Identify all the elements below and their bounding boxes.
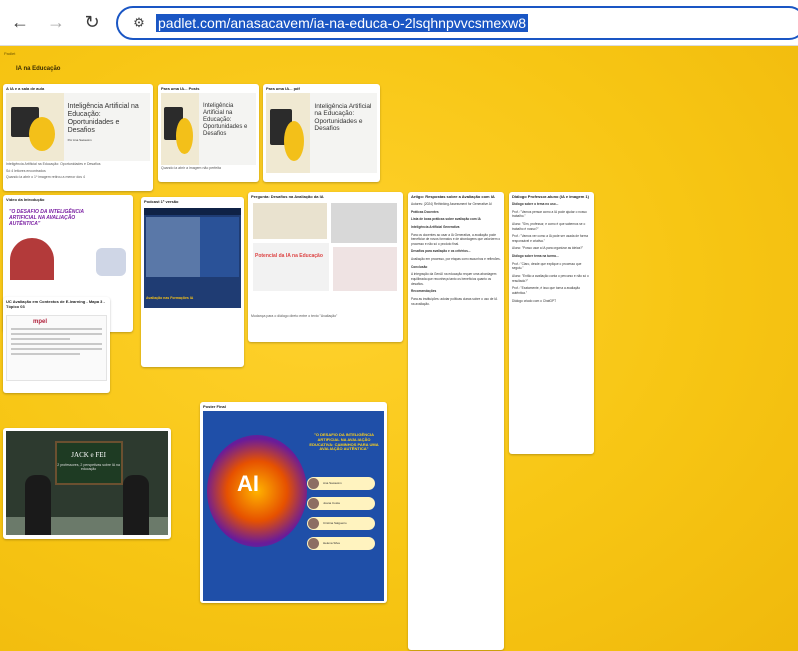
url-text[interactable]: padlet.com/anasacavem/ia-na-educa-o-2lsq…: [156, 14, 529, 32]
video-thumbnail[interactable]: "O DESAFIO DA INTELIGÊNCIA ARTIFICIAL NA…: [6, 204, 130, 280]
podcast-thumbnail[interactable]: Avaliação nas Formações IA: [144, 208, 241, 308]
padlet-header: Padlet: [4, 51, 16, 56]
post-thumbnail[interactable]: Inteligência Artificial na Educação: Opo…: [6, 93, 150, 161]
dialogue-line: Aluno: "Então a avaliação conta o percur…: [512, 274, 589, 283]
presenter-left: [25, 475, 52, 535]
thumbnail-author: Por Ana Sacavém: [67, 138, 92, 143]
article-paragraph: Autores: (2024) Rethinking Assessment fo…: [411, 202, 492, 206]
chalkboard: JACK e FEI 2 professores, 2 perspetivas …: [54, 441, 123, 485]
dialogue-line: Aluno: "Posso usar a IA para organizar a…: [512, 246, 584, 251]
post-card-ai-article[interactable]: A IA e a sala de aula Inteligência Artif…: [3, 84, 153, 191]
post-title: UC Avaliação em Contextos de E-learning …: [6, 299, 105, 310]
post-title: Pergunta: Desafios na Avaliação da IA: [251, 194, 324, 199]
dialogue-line: Prof.: "Vamos ver como a IA pode ser usa…: [512, 234, 589, 243]
post-card-poster[interactable]: Poster Final AI "O DESAFIO DA INTELIGÊNC…: [200, 402, 387, 603]
article-heading: Inteligência Artificial Generativa: [411, 224, 460, 229]
podcast-caption: Avaliação nas Formações IA: [146, 295, 194, 300]
poster-author: Ana Sacavém: [307, 477, 375, 490]
article-heading: Lista de boas práticas sobre avaliação c…: [411, 217, 481, 222]
post-card-screenshots[interactable]: Pergunta: Desafios na Avaliação da IA Po…: [248, 192, 403, 342]
podcast-header-band: [144, 208, 241, 215]
article-heading: Desafios para avaliação e os critérios..…: [411, 249, 471, 254]
post-caption: Mudança para o diálogo direto entre o te…: [251, 314, 338, 318]
dialogue-body: Diálogo sobre o tema no uso... Prof.: "V…: [509, 201, 594, 307]
dialogue-line: Prof.: "Claro, desde que explique o proc…: [512, 261, 582, 271]
thumbnail-text: Inteligência Artificial na Educação: Opo…: [67, 103, 139, 135]
post-title: Vídeo da Introdução: [6, 197, 45, 202]
article-heading: Conclusão: [411, 264, 428, 269]
forward-arrow-icon: →: [47, 11, 65, 32]
back-button[interactable]: ←: [8, 10, 32, 34]
post-card-article-text[interactable]: Artigo: Respostas sobre a Avaliação com …: [408, 192, 504, 650]
article-body: Autores: (2024) Rethinking Assessment fo…: [408, 201, 504, 310]
post-thumbnail[interactable]: Inteligência Artificial na Educação: Opo…: [266, 93, 377, 173]
post-title: Para uma IA... pdf: [266, 86, 300, 91]
site-info-icon[interactable]: ⚙: [126, 12, 152, 34]
post-title: Poster Final: [203, 404, 226, 409]
chalkboard-subtitle: 2 professores, 2 perspetivas sobre IA na…: [57, 463, 120, 471]
post-title: Diálogo Professor-aluno (IA e imagem 1): [512, 194, 589, 199]
article-paragraph: Para as instituições: adotar políticas c…: [411, 296, 498, 306]
post-title: A IA e a sala de aula: [6, 86, 45, 91]
post-card-ai-article-3[interactable]: Para uma IA... pdf Inteligência Artifici…: [263, 84, 380, 182]
dialogue-footer: Diálogo criado com o ChatGPT: [512, 298, 557, 303]
thumbnail-text: Inteligência Artificial na Educação: Opo…: [203, 103, 248, 137]
screenshot-label: Potencial da IA na Educação: [255, 253, 323, 259]
article-paragraph: Para os docentes ao usar a IA Generativa…: [411, 232, 501, 246]
poster-thumbnail[interactable]: AI "O DESAFIO DA INTELIGÊNCIA ARTIFICIAL…: [203, 411, 384, 601]
post-title: Artigo: Respostas sobre a Avaliação com …: [411, 194, 495, 199]
robot-image: [96, 248, 126, 276]
post-title: Podcast 1ª versão: [144, 199, 179, 204]
chalkboard-title: JACK e FEI: [71, 451, 106, 459]
address-bar[interactable]: ⚙ padlet.com/anasacavem/ia-na-educa-o-2l…: [116, 6, 798, 40]
screenshot-thumbnail[interactable]: Potencial da IA na Educação: [251, 201, 400, 313]
post-note: Quando ia abrir o 1º imagem retirou a me…: [6, 175, 85, 180]
post-card-mpel[interactable]: UC Avaliação em Contextos de E-learning …: [3, 297, 110, 393]
ai-illustration: [6, 93, 64, 161]
article-heading: Práticas Docentes: [411, 209, 439, 214]
poster-author: Helena Silva: [307, 537, 375, 550]
article-paragraph: Avaliação em processo, por etapas com ra…: [411, 257, 501, 262]
padlet-canvas: Padlet IA na Educação A IA e a sala de a…: [0, 46, 798, 651]
post-card-podcast[interactable]: Podcast 1ª versão Avaliação nas Formaçõe…: [141, 197, 244, 367]
back-arrow-icon: ←: [11, 11, 29, 32]
forward-button[interactable]: →: [44, 10, 68, 34]
post-card-jack-video[interactable]: JACK e FEI 2 professores, 2 perspetivas …: [3, 428, 171, 539]
classroom-image: [146, 217, 201, 277]
board-title: IA na Educação: [16, 66, 61, 72]
article-paragraph: A integração da GenAI na educação requer…: [411, 272, 497, 286]
ai-label: AI: [237, 471, 259, 496]
post-card-dialogue[interactable]: Diálogo Professor-aluno (IA e imagem 1) …: [509, 192, 594, 454]
post-thumbnail[interactable]: Inteligência Artificial na Educação: Opo…: [161, 93, 256, 165]
poster-author: Joana Costa: [307, 497, 375, 510]
reload-button[interactable]: ↻: [80, 10, 104, 34]
dialogue-line: Prof.: "Vamos pensar como a IA pode ajud…: [512, 209, 587, 219]
video-thumbnail[interactable]: JACK e FEI 2 professores, 2 perspetivas …: [6, 431, 168, 535]
dialogue-subtitle: Diálogo sobre tema na turma...: [512, 254, 559, 259]
mpel-logo: mpel: [33, 319, 48, 326]
ai-illustration: [266, 93, 311, 173]
poster-headline: "O DESAFIO DA INTELIGÊNCIA ARTIFICIAL NA…: [309, 432, 379, 452]
info-panel: [200, 217, 239, 277]
poster-author: Cristina Salgueiro: [307, 517, 375, 530]
post-title: Para uma IA... Posts: [161, 86, 200, 91]
video-headline: "O DESAFIO DA INTELIGÊNCIA ARTIFICIAL NA…: [9, 209, 84, 227]
document-thumbnail[interactable]: mpel: [6, 315, 107, 382]
thumbnail-text: Inteligência Artificial na Educação: Opo…: [314, 103, 372, 133]
dialogue-subtitle: Diálogo sobre o tema no uso...: [512, 202, 559, 206]
dialogue-line: Prof.: "Exatamente, é isso que torna a a…: [512, 286, 581, 295]
post-card-ai-article-2[interactable]: Para uma IA... Posts Inteligência Artifi…: [158, 84, 259, 182]
post-caption: Quando ia abrir a imagem não perfeita: [161, 166, 221, 170]
presenter-image: [10, 238, 54, 280]
presenter-right: [122, 475, 149, 535]
browser-toolbar: ← → ↻ ⚙ padlet.com/anasacavem/ia-na-educ…: [0, 0, 798, 46]
dialogue-line: Aluno: "Sim, professor, e como é que sab…: [512, 221, 586, 231]
article-heading: Recomendações: [411, 289, 437, 294]
reload-icon: ↻: [84, 11, 100, 32]
ai-illustration: [161, 93, 199, 165]
